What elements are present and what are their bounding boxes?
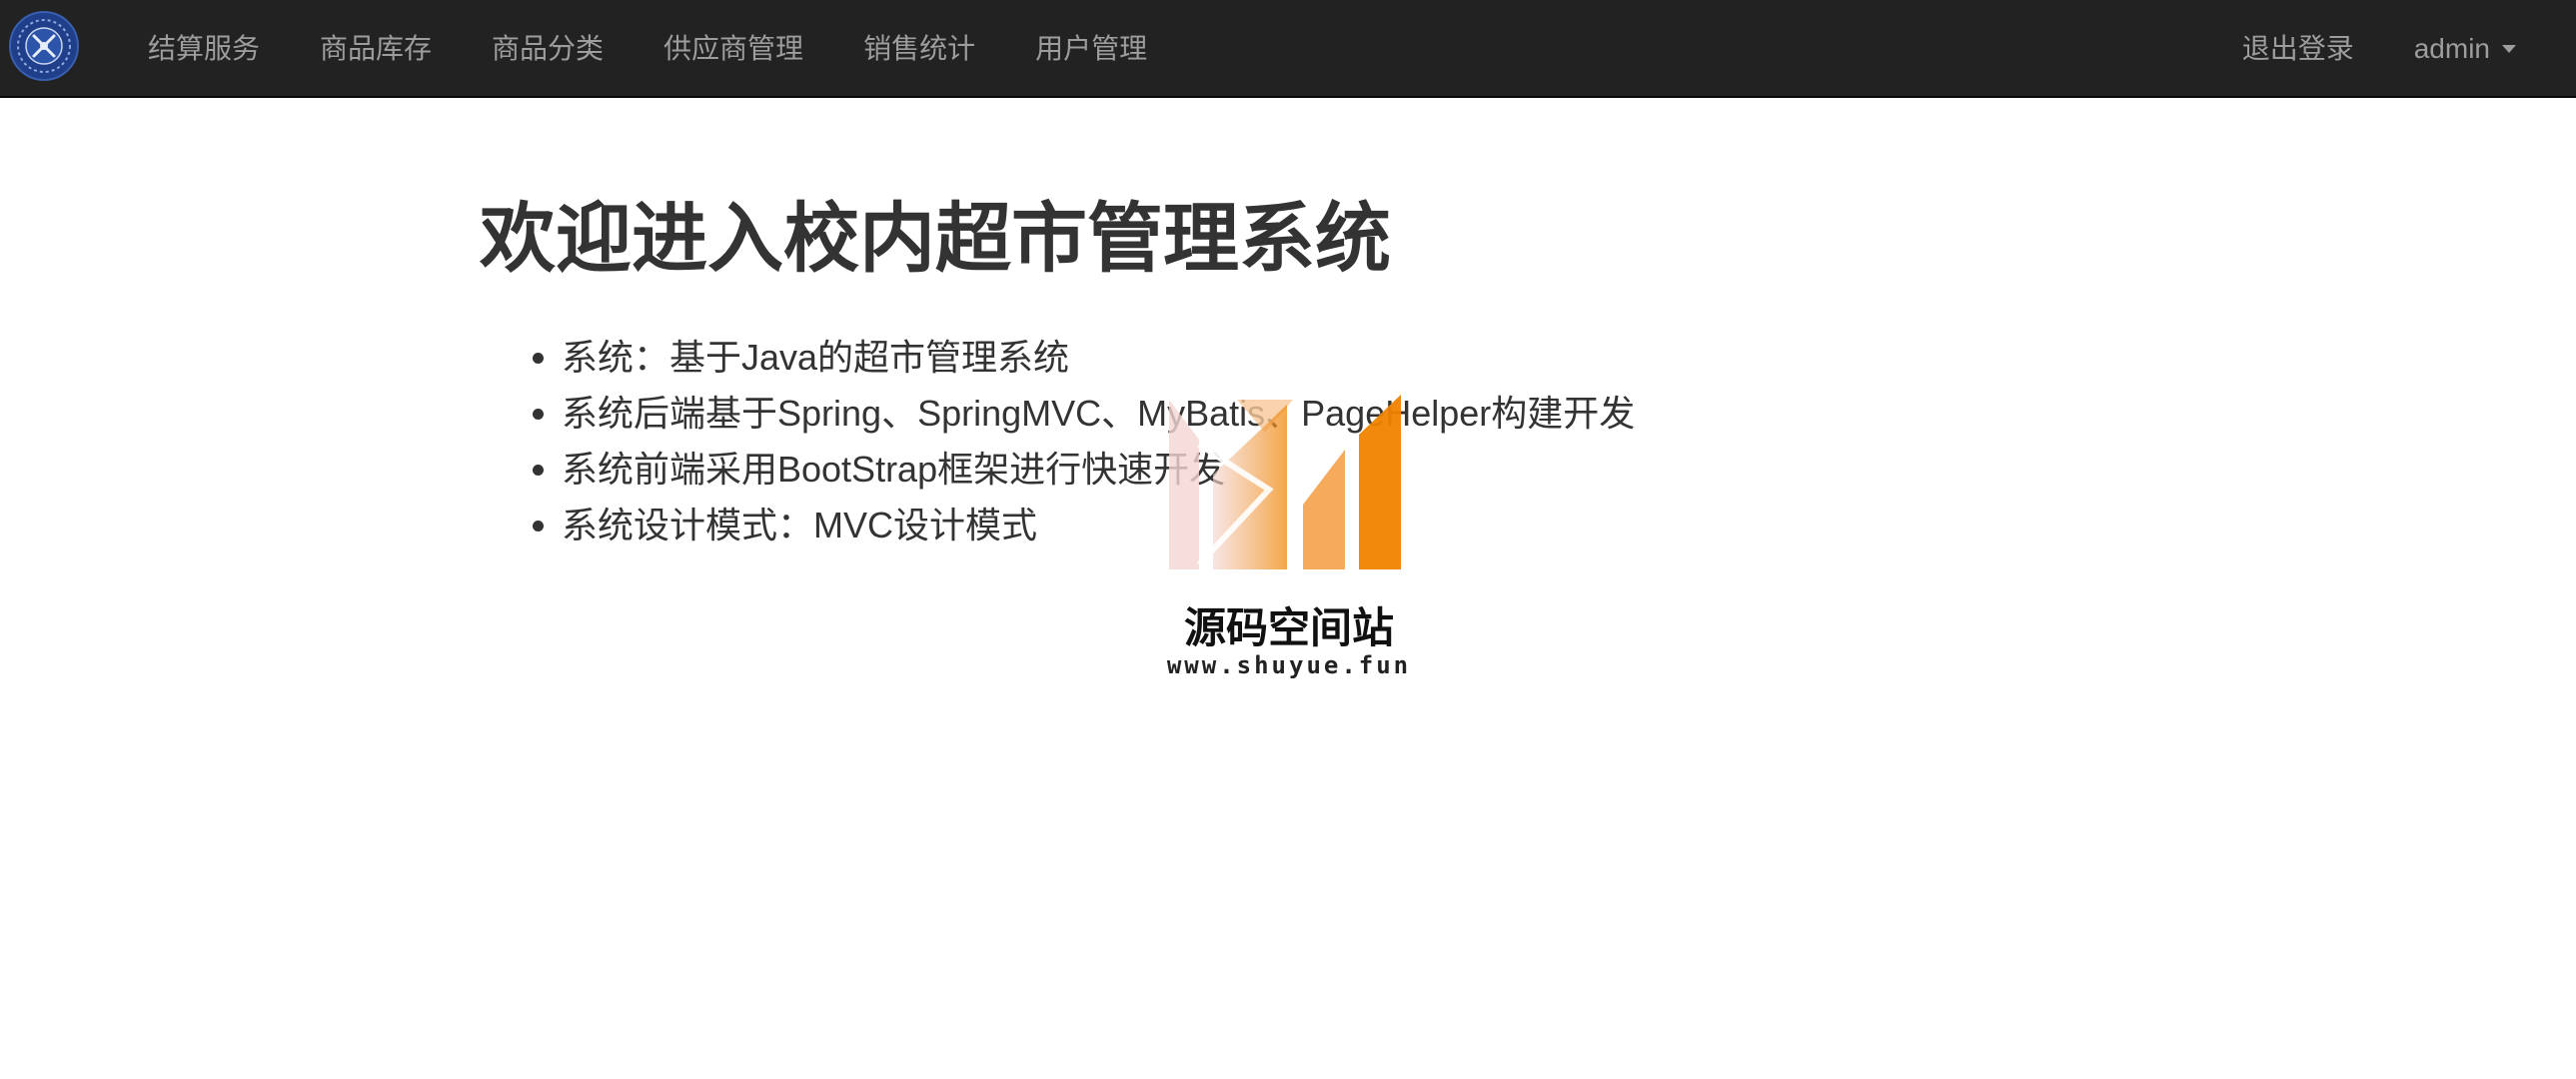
watermark-url: www.shuyue.fun — [1166, 651, 1412, 679]
school-emblem-icon[interactable] — [8, 10, 80, 82]
chevron-down-icon — [2502, 44, 2516, 53]
nav-item-suppliers[interactable]: 供应商管理 — [634, 0, 833, 98]
page-title: 欢迎进入校内超市管理系统 — [480, 197, 1391, 282]
nav-item-categories[interactable]: 商品分类 — [462, 0, 634, 98]
nav-item-user-management[interactable]: 用户管理 — [1005, 0, 1177, 98]
nav-item-inventory[interactable]: 商品库存 — [290, 0, 462, 98]
watermark-logo-icon — [1169, 395, 1401, 569]
user-nav: 退出登录 admin — [2212, 0, 2546, 98]
nav-item-checkout[interactable]: 结算服务 — [118, 0, 290, 98]
user-dropdown[interactable]: admin — [2384, 0, 2546, 98]
list-item: 系统设计模式：MVC设计模式 — [562, 498, 1635, 553]
main-nav: 结算服务 商品库存 商品分类 供应商管理 销售统计 用户管理 — [118, 0, 1177, 98]
list-item: 系统：基于Java的超市管理系统 — [562, 330, 1635, 386]
nav-item-sales-stats[interactable]: 销售统计 — [833, 0, 1005, 98]
feature-list: 系统：基于Java的超市管理系统 系统后端基于Spring、SpringMVC、… — [480, 330, 1635, 553]
top-navbar: 结算服务 商品库存 商品分类 供应商管理 销售统计 用户管理 退出登录 admi… — [0, 0, 2576, 98]
watermark-title: 源码空间站 — [1183, 603, 1394, 652]
logout-link[interactable]: 退出登录 — [2212, 0, 2384, 98]
list-item: 系统前端采用BootStrap框架进行快速开发 — [562, 442, 1635, 498]
user-name: admin — [2413, 33, 2490, 64]
main-content: 欢迎进入校内超市管理系统 系统：基于Java的超市管理系统 系统后端基于Spri… — [480, 190, 1635, 553]
list-item: 系统后端基于Spring、SpringMVC、MyBatis、PageHelpe… — [562, 386, 1635, 442]
